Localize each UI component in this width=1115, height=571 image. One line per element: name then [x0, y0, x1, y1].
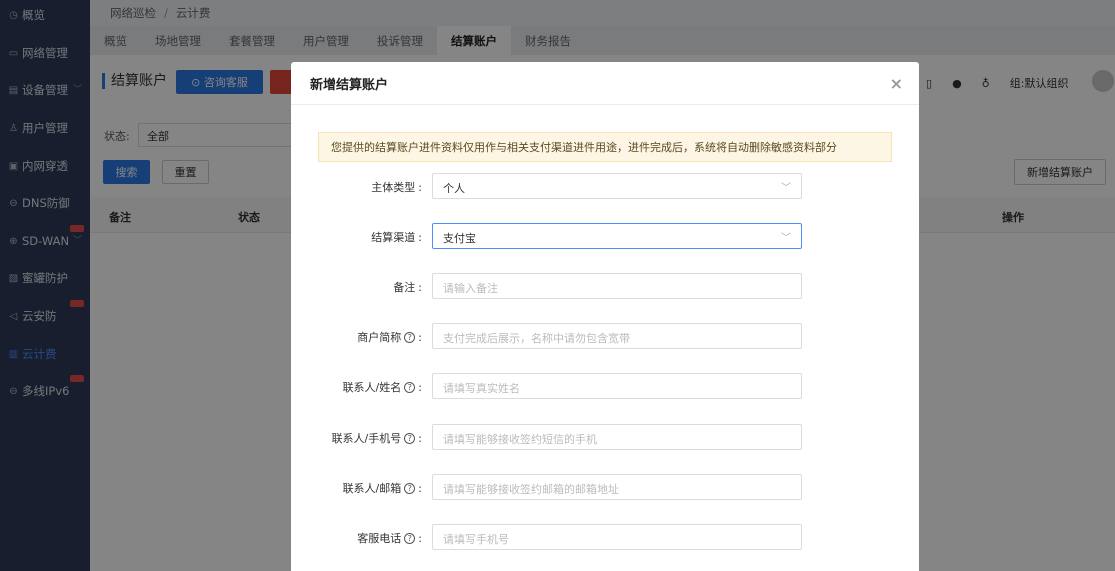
form-row-service-phone: 客服电话?: 请填写手机号	[291, 524, 919, 550]
notice-banner: 您提供的结算账户进件资料仅用作与相关支付渠道进件用途，进件完成后，系统将自动删除…	[318, 132, 892, 162]
entity-type-select[interactable]: 个人 ﹀	[432, 173, 802, 199]
label-colon: :	[418, 180, 422, 194]
field-label-text: 结算渠道	[371, 231, 416, 244]
close-icon[interactable]: ×	[890, 74, 903, 93]
field-label-text: 联系人/邮箱	[342, 482, 402, 495]
label-colon: :	[418, 481, 422, 495]
label-colon: :	[418, 230, 422, 244]
chevron-down-icon: ﹀	[781, 233, 791, 244]
dialog-title: 新增结算账户	[310, 77, 389, 93]
contact-name-input[interactable]: 请填写真实姓名	[432, 373, 802, 399]
field-label: 商户简称?:	[357, 329, 422, 345]
remark-input[interactable]: 请输入备注	[432, 273, 802, 299]
help-icon[interactable]: ?	[404, 381, 416, 393]
label-colon: :	[418, 531, 422, 545]
label-colon: :	[418, 280, 422, 294]
field-label-text: 客服电话	[357, 532, 402, 545]
add-settlement-account-dialog: 新增结算账户 × 您提供的结算账户进件资料仅用作与相关支付渠道进件用途，进件完成…	[291, 62, 919, 571]
field-label: 联系人/姓名?:	[343, 379, 422, 395]
form-row-contact-name: 联系人/姓名?: 请填写真实姓名	[291, 373, 919, 399]
select-value: 个人	[443, 182, 465, 195]
label-colon: :	[418, 380, 422, 394]
field-label: 客服电话?:	[357, 530, 422, 546]
field-label: 联系人/邮箱?:	[343, 480, 422, 496]
field-label: 结算渠道:	[371, 229, 422, 245]
field-label: 联系人/手机号?:	[332, 430, 422, 446]
chevron-down-icon: ﹀	[781, 183, 791, 194]
field-label-text: 商户简称	[357, 331, 402, 344]
help-icon[interactable]: ?	[404, 331, 416, 343]
form-row-remark: 备注: 请输入备注	[291, 273, 919, 299]
help-icon[interactable]: ?	[404, 532, 416, 544]
channel-select[interactable]: 支付宝 ﹀	[432, 223, 802, 249]
service-phone-input[interactable]: 请填写手机号	[432, 524, 802, 550]
label-colon: :	[418, 431, 422, 445]
contact-phone-input[interactable]: 请填写能够接收签约短信的手机	[432, 424, 802, 450]
help-icon[interactable]: ?	[404, 482, 416, 494]
field-label-text: 备注	[393, 281, 416, 294]
form-row-contact-phone: 联系人/手机号?: 请填写能够接收签约短信的手机	[291, 424, 919, 450]
dialog-header: 新增结算账户 ×	[291, 62, 919, 105]
field-label-text: 联系人/姓名	[342, 381, 402, 394]
label-colon: :	[418, 330, 422, 344]
select-value: 支付宝	[443, 232, 476, 245]
form-row-channel: 结算渠道: 支付宝 ﹀	[291, 223, 919, 249]
field-label: 主体类型:	[371, 179, 422, 195]
merchant-name-input[interactable]: 支付完成后展示，名称中请勿包含宽带	[432, 323, 802, 349]
form-row-entity-type: 主体类型: 个人 ﹀	[291, 173, 919, 199]
field-label: 备注:	[393, 279, 422, 295]
field-label-text: 联系人/手机号	[331, 432, 402, 445]
form-row-contact-email: 联系人/邮箱?: 请填写能够接收签约邮箱的邮箱地址	[291, 474, 919, 500]
help-icon[interactable]: ?	[404, 432, 416, 444]
form-row-merchant-name: 商户简称?: 支付完成后展示，名称中请勿包含宽带	[291, 323, 919, 349]
field-label-text: 主体类型	[371, 181, 416, 194]
contact-email-input[interactable]: 请填写能够接收签约邮箱的邮箱地址	[432, 474, 802, 500]
